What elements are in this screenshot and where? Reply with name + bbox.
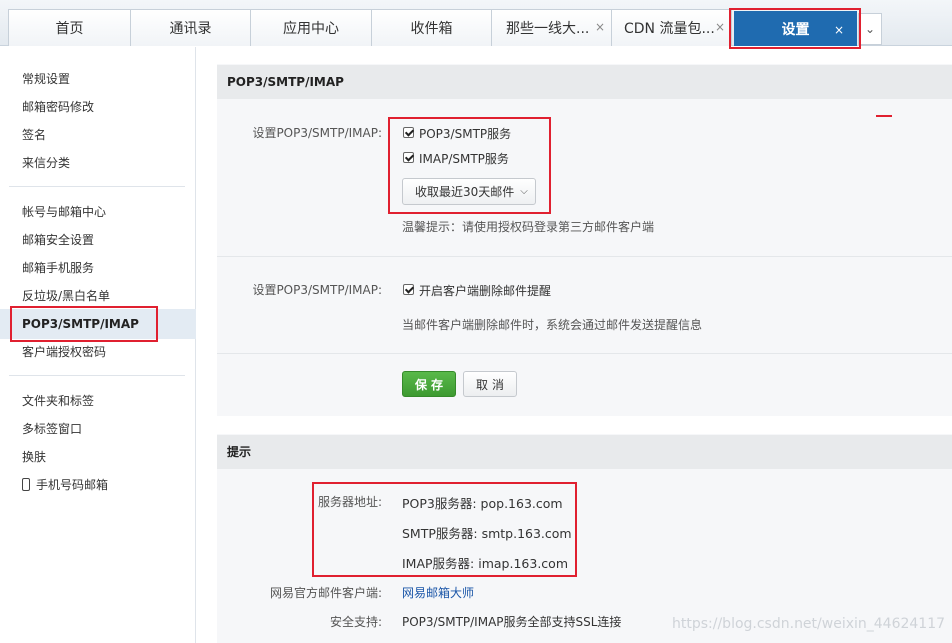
setting-label: 设置POP3/SMTP/IMAP: [252, 126, 382, 140]
auth-code-tip: 温馨提示：请使用授权码登录第三方邮件客户端 [402, 220, 655, 234]
sidebar-item-multi-tab[interactable]: 多标签窗口 [22, 421, 82, 437]
sidebar-divider [9, 186, 185, 187]
tab-home[interactable]: 首页 [8, 9, 131, 46]
tab-label: CDN 流量包... [624, 21, 715, 37]
mail-master-link[interactable]: 网易邮箱大师 [402, 584, 474, 601]
delete-notify-checkbox[interactable] [403, 284, 414, 295]
sidebar-item-mail-sorting[interactable]: 来信分类 [22, 155, 70, 171]
sidebar-item-general[interactable]: 常规设置 [22, 71, 70, 87]
tab-label: 首页 [55, 21, 84, 37]
tab-app-center[interactable]: 应用中心 [250, 9, 372, 46]
tab-label: 通讯录 [169, 21, 212, 37]
setting-label: 设置POP3/SMTP/IMAP: [252, 283, 382, 297]
sidebar-item-label: 手机号码邮箱 [36, 478, 109, 492]
highlight-server-addresses [312, 482, 577, 577]
client-label: 网易官方邮件客户端: [269, 586, 382, 600]
sidebar: 常规设置 邮箱密码修改 签名 来信分类 帐号与邮箱中心 邮箱安全设置 邮箱手机服… [0, 47, 196, 643]
tab-mail-2[interactable]: CDN 流量包... × [611, 9, 732, 46]
sidebar-item-phone-mailbox[interactable]: 手机号码邮箱 [22, 477, 108, 493]
highlight-sidebar-pop3 [10, 306, 158, 342]
sidebar-item-antispam[interactable]: 反垃圾/黑白名单 [22, 288, 110, 304]
pop3-settings-panel [217, 64, 952, 416]
tab-label: 那些一线大... [506, 21, 590, 37]
sidebar-item-signature[interactable]: 签名 [22, 127, 46, 143]
sidebar-item-mobile-service[interactable]: 邮箱手机服务 [22, 260, 94, 276]
security-label: 安全支持: [329, 615, 382, 629]
tab-mail-1[interactable]: 那些一线大... × [491, 9, 612, 46]
section-title-pop3: POP3/SMTP/IMAP [217, 65, 952, 99]
sidebar-item-folders-labels[interactable]: 文件夹和标签 [22, 393, 94, 409]
sidebar-item-password[interactable]: 邮箱密码修改 [22, 99, 94, 115]
sidebar-item-skin[interactable]: 换肤 [22, 449, 46, 465]
sidebar-divider [9, 375, 185, 376]
phone-icon [22, 478, 30, 491]
close-icon[interactable]: × [715, 21, 725, 33]
highlight-pop3-options [388, 117, 551, 214]
delete-notify-label: 开启客户端删除邮件提醒 [419, 284, 552, 298]
chevron-down-icon: ⌄ [864, 22, 876, 36]
tab-label: 收件箱 [410, 21, 453, 37]
ssl-support-text: POP3/SMTP/IMAP服务全部支持SSL连接 [402, 615, 622, 629]
tab-inbox[interactable]: 收件箱 [371, 9, 492, 46]
divider [217, 256, 952, 257]
divider [217, 353, 952, 354]
cancel-button[interactable]: 取消 [463, 371, 517, 397]
tab-label: 应用中心 [283, 21, 339, 37]
save-button[interactable]: 保存 [402, 371, 456, 397]
sidebar-item-account-center[interactable]: 帐号与邮箱中心 [22, 204, 106, 220]
section-title-tips: 提示 [217, 435, 952, 469]
tab-contacts[interactable]: 通讯录 [130, 9, 251, 46]
delete-notify-desc: 当邮件客户端删除邮件时，系统会通过邮件发送提醒信息 [402, 318, 703, 332]
annotation-mark [876, 115, 892, 117]
close-icon[interactable]: × [595, 21, 605, 33]
sidebar-item-security[interactable]: 邮箱安全设置 [22, 232, 94, 248]
tab-more-dropdown[interactable]: ⌄ [858, 13, 882, 45]
sidebar-item-client-auth-code[interactable]: 客户端授权密码 [22, 344, 106, 360]
highlight-settings-tab [729, 8, 861, 49]
watermark: https://blog.csdn.net/weixin_44624117 [672, 616, 946, 632]
